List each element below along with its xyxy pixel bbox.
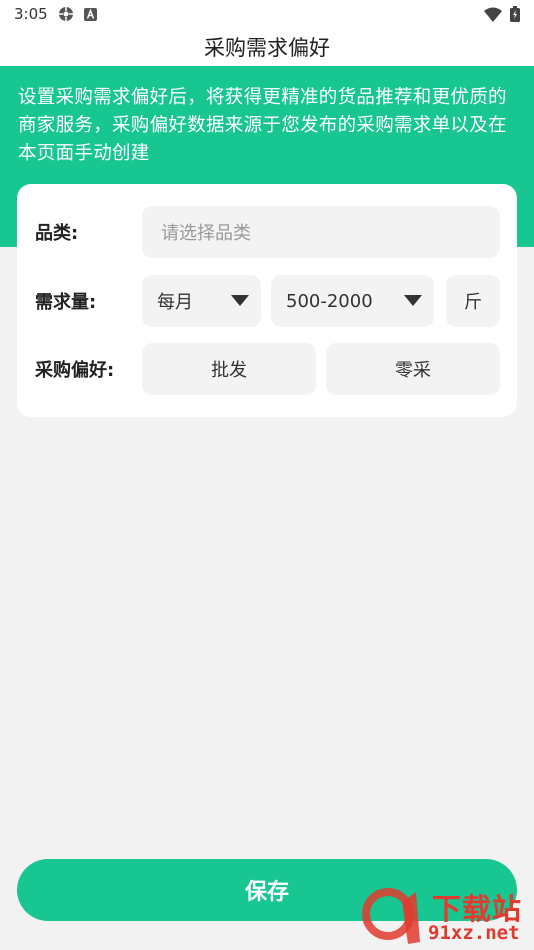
- period-dropdown-arrow-icon: [231, 295, 249, 306]
- status-time: 3:05: [14, 5, 48, 23]
- settings-gear-icon: [58, 6, 74, 22]
- wholesale-option-button[interactable]: 批发: [142, 343, 316, 395]
- status-left: 3:05: [14, 5, 97, 23]
- battery-icon: [510, 6, 520, 22]
- preference-form-card: 品类: 请选择品类 需求量: 每月 500-2000 斤 采购偏好: 批发 零采: [17, 184, 517, 417]
- a-badge-icon: [83, 7, 97, 21]
- retail-option-label: 零采: [395, 360, 431, 381]
- range-dropdown[interactable]: 500-2000: [271, 275, 434, 327]
- retail-option-button[interactable]: 零采: [326, 343, 500, 395]
- watermark-domain: 91xz.net: [428, 922, 520, 944]
- watermark: 下载站 91xz.net: [360, 884, 534, 950]
- category-row: 品类: 请选择品类: [17, 206, 517, 258]
- wholesale-option-label: 批发: [211, 360, 247, 381]
- preference-label: 采购偏好:: [35, 360, 115, 381]
- banner-text: 设置采购需求偏好后，将获得更精准的货品推荐和更优质的商家服务，采购偏好数据来源于…: [18, 87, 507, 164]
- demand-label: 需求量:: [35, 292, 97, 313]
- range-dropdown-arrow-icon: [404, 295, 422, 306]
- category-select[interactable]: 请选择品类: [142, 206, 500, 258]
- category-placeholder: 请选择品类: [161, 223, 251, 244]
- page-title-bar: 采购需求偏好: [0, 28, 534, 66]
- period-dropdown[interactable]: 每月: [142, 275, 261, 327]
- page-title: 采购需求偏好: [204, 36, 330, 60]
- status-bar: 3:05: [0, 0, 534, 28]
- period-value: 每月: [157, 292, 193, 313]
- range-value: 500-2000: [286, 290, 373, 312]
- status-right: [484, 6, 520, 22]
- category-label: 品类:: [35, 223, 79, 244]
- unit-selector[interactable]: 斤: [446, 275, 500, 327]
- save-button-label: 保存: [244, 880, 289, 905]
- unit-value: 斤: [464, 292, 482, 313]
- preference-row: 采购偏好: 批发 零采: [17, 343, 517, 395]
- demand-row: 需求量: 每月 500-2000 斤: [17, 275, 517, 327]
- watermark-logo-icon: [362, 888, 420, 944]
- wifi-icon: [484, 7, 502, 22]
